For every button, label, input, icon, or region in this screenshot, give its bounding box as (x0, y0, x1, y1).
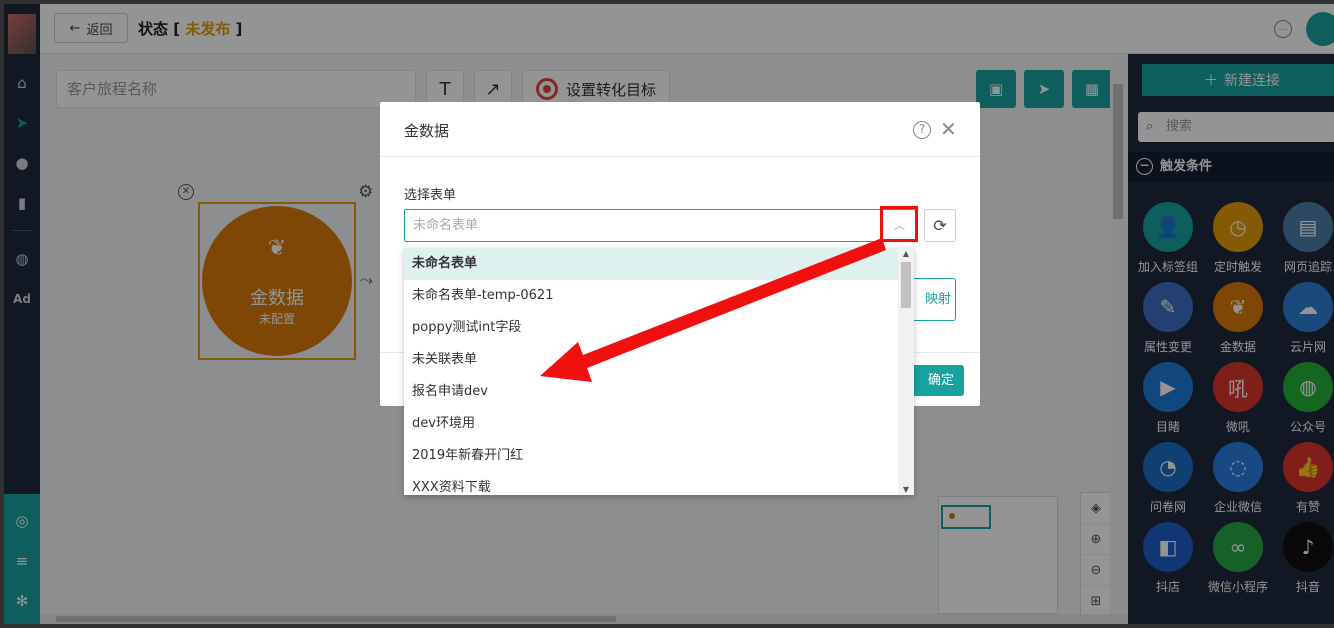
dropdown-option[interactable]: 未关联表单 (404, 344, 898, 376)
dropdown-option[interactable]: XXX资料下载 (404, 472, 898, 495)
dropdown-option[interactable]: 报名申请dev (404, 376, 898, 408)
scroll-up-icon[interactable]: ▲ (898, 249, 914, 258)
refresh-icon: ⟳ (933, 216, 947, 235)
refresh-button[interactable]: ⟳ (924, 209, 956, 242)
dialog-title: 金数据 (404, 122, 450, 140)
form-select[interactable]: 未命名表单 ︿ (404, 209, 916, 242)
select-form-label: 选择表单 (404, 188, 457, 203)
dropdown-option[interactable]: 2019年新春开门红 (404, 440, 898, 472)
scroll-down-icon[interactable]: ▼ (898, 485, 914, 494)
dropdown-option[interactable]: 未命名表单 (404, 248, 898, 280)
form-dropdown: 未命名表单 未命名表单-temp-0621 poppy测试int字段 未关联表单… (404, 248, 914, 495)
highlight-box (880, 206, 918, 242)
confirm-button[interactable]: 确定 (910, 365, 964, 396)
dropdown-scroll-thumb[interactable] (901, 262, 911, 308)
dropdown-scrollbar[interactable]: ▲ ▼ (898, 248, 914, 495)
field-mapping-button[interactable]: 映射 (910, 278, 956, 321)
form-select-placeholder: 未命名表单 (413, 218, 479, 233)
close-icon[interactable]: ✕ (940, 117, 957, 141)
help-icon[interactable]: ? (913, 121, 931, 139)
dialog-header: 金数据 ? ✕ (380, 102, 980, 157)
dropdown-option[interactable]: poppy测试int字段 (404, 312, 898, 344)
dropdown-option[interactable]: 未命名表单-temp-0621 (404, 280, 898, 312)
dropdown-option[interactable]: dev环境用 (404, 408, 898, 440)
